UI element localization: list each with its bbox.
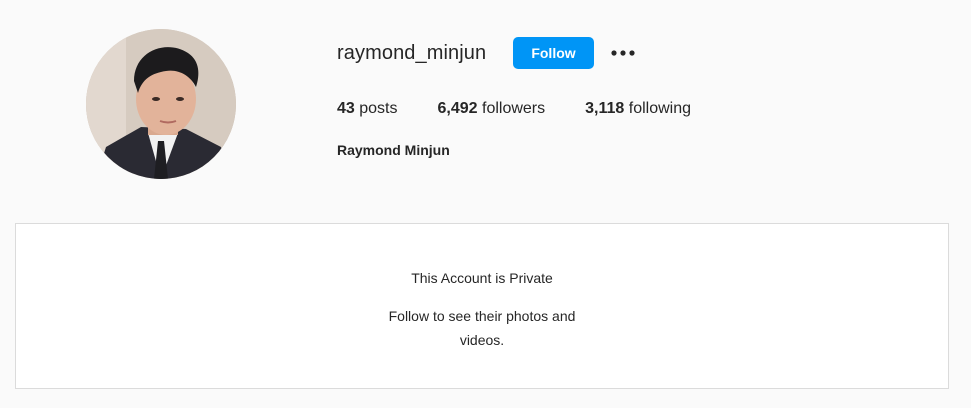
avatar-image xyxy=(86,29,236,179)
profile-full-name: Raymond Minjun xyxy=(337,142,450,158)
follow-button[interactable]: Follow xyxy=(513,37,594,69)
more-options-button[interactable] xyxy=(608,42,638,64)
followers-stat[interactable]: 6,492 followers xyxy=(438,100,546,118)
more-horizontal-icon xyxy=(611,50,635,56)
profile-username: raymond_minjun xyxy=(337,42,487,64)
private-account-title: This Account is Private xyxy=(411,270,553,286)
followers-count: 6,492 xyxy=(437,100,478,117)
posts-count: 43 xyxy=(337,100,355,117)
profile-avatar[interactable] xyxy=(86,29,236,179)
posts-stat: 43 posts xyxy=(337,100,398,118)
following-label: following xyxy=(628,100,692,117)
followers-label: followers xyxy=(482,100,546,117)
profile-stats: 43 posts 6,492 followers 3,118 following xyxy=(337,100,731,118)
private-account-card: This Account is Private Follow to see th… xyxy=(15,223,949,389)
following-stat[interactable]: 3,118 following xyxy=(585,100,691,118)
posts-label: posts xyxy=(359,100,398,117)
following-count: 3,118 xyxy=(585,100,625,117)
private-account-subtitle: Follow to see their photos and videos. xyxy=(388,308,576,348)
